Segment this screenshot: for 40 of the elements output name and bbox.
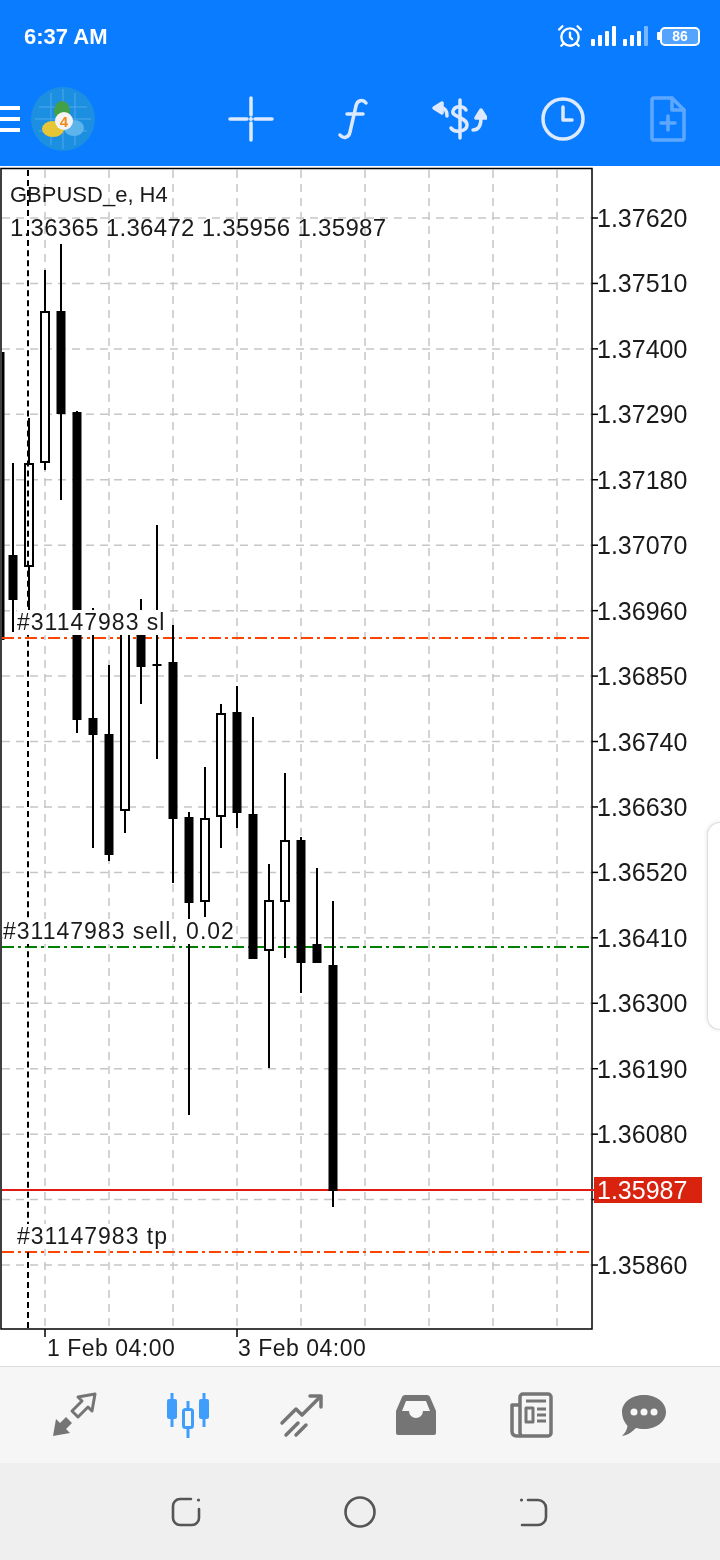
price-tick-label: 1.36300 <box>597 990 688 1017</box>
price-tick-label: 1.37290 <box>597 401 688 428</box>
dollar-exchange-icon <box>431 96 487 142</box>
candlestick-icon <box>164 1391 212 1439</box>
order-label: #31147983 sell, 0.02 <box>3 919 235 944</box>
order-label: #31147983 sl <box>17 610 166 635</box>
app-logo[interactable]: 4 <box>31 87 95 151</box>
signal-icon <box>591 26 617 46</box>
price-tick-label: 1.36410 <box>597 924 688 951</box>
ohlc-values: 1.36365 1.36472 1.35956 1.35987 <box>10 215 387 241</box>
price-tick-label: 1.36190 <box>597 1055 688 1082</box>
menu-button[interactable] <box>0 106 20 132</box>
time-axis-label: 1 Feb 04:00 <box>47 1336 176 1361</box>
alarm-icon <box>557 23 583 49</box>
double-arrow-icon <box>50 1391 98 1439</box>
price-tick-label: 1.36740 <box>597 728 688 755</box>
price-tick-label: 1.37620 <box>597 205 688 231</box>
side-panel-handle[interactable] <box>707 822 720 1030</box>
circle-icon <box>343 1494 377 1529</box>
price-tick-label: 1.37510 <box>597 270 688 297</box>
chart-symbol-label: GBPUSD_e, H4 <box>10 183 168 207</box>
time-axis-label: 3 Feb 04:00 <box>238 1336 367 1361</box>
trend-arrow-icon <box>278 1391 326 1439</box>
price-tick-label: 1.37180 <box>597 466 688 493</box>
price-tick-label: 1.37400 <box>597 335 688 362</box>
price-tick-label: 1.36630 <box>597 793 688 820</box>
signal-icon <box>623 26 649 46</box>
price-tick-label: 1.36850 <box>597 663 688 690</box>
clock-icon <box>540 96 586 142</box>
crosshair-icon <box>228 96 274 142</box>
price-tick-label: 1.36960 <box>597 597 688 624</box>
current-price-label: 1.35987 <box>594 1177 702 1203</box>
clock-time: 6:37 AM <box>24 22 108 51</box>
battery-indicator: 86 <box>657 26 700 46</box>
price-tick-label: 1.36520 <box>597 859 688 886</box>
order-label: #31147983 tp <box>17 1224 168 1249</box>
price-tick-label: 1.37070 <box>597 532 688 559</box>
menu-icon <box>0 106 20 132</box>
price-tick-label: 1.36080 <box>597 1121 688 1148</box>
price-tick-label: 1.35860 <box>597 1252 688 1279</box>
